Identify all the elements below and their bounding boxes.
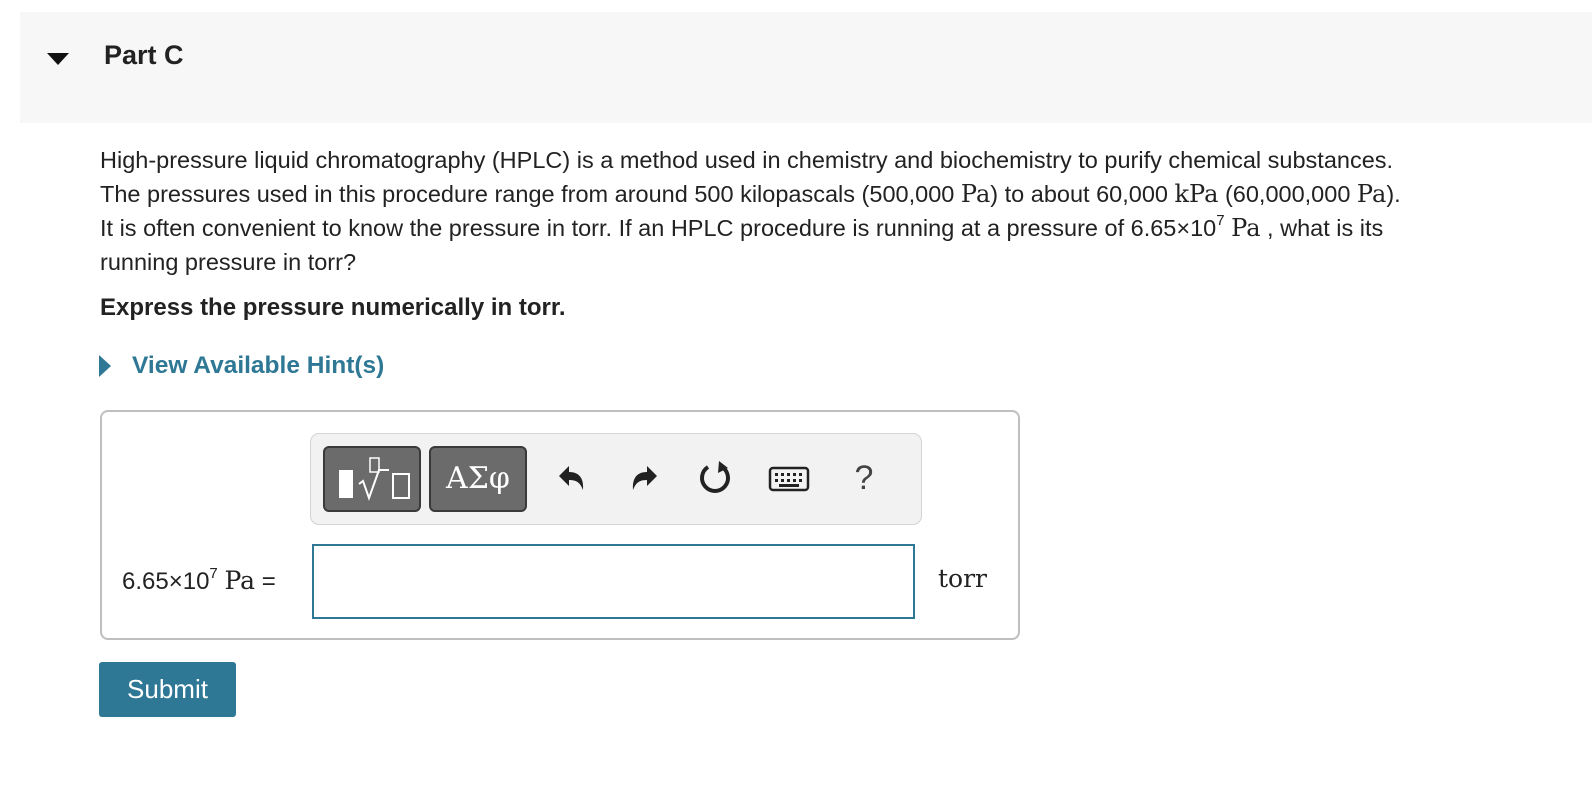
part-header[interactable]: Part C bbox=[20, 12, 1592, 123]
caret-right-icon[interactable] bbox=[96, 353, 114, 379]
unit-kpa: kPa bbox=[1174, 180, 1219, 208]
question-line-2: The pressures used in this procedure ran… bbox=[100, 180, 1401, 208]
unit-pa: Pa bbox=[960, 180, 991, 208]
redo-icon[interactable] bbox=[625, 458, 665, 498]
help-button[interactable]: ? bbox=[849, 456, 879, 500]
templates-icon bbox=[339, 457, 410, 501]
view-hints-link[interactable]: View Available Hint(s) bbox=[96, 352, 384, 380]
greek-symbols-button[interactable]: ΑΣφ bbox=[429, 446, 527, 512]
question-line-3: It is often convenient to know the press… bbox=[100, 212, 1384, 242]
templates-button[interactable] bbox=[323, 446, 421, 512]
answer-input[interactable] bbox=[312, 544, 915, 619]
view-hints-label[interactable]: View Available Hint(s) bbox=[132, 352, 384, 380]
unit-pa: Pa bbox=[1356, 180, 1387, 208]
undo-icon[interactable] bbox=[551, 458, 591, 498]
question-text: High-pressure liquid chromatography (HPL… bbox=[100, 143, 1580, 279]
exponent: 7 bbox=[1216, 212, 1225, 230]
keyboard-icon[interactable] bbox=[767, 458, 811, 498]
math-toolbar: ΑΣφ ? bbox=[310, 433, 922, 525]
question-line-4: running pressure in torr? bbox=[100, 249, 357, 275]
caret-down-icon[interactable] bbox=[46, 52, 70, 66]
instruction-text: Express the pressure numerically in torr… bbox=[100, 294, 566, 321]
unit-label: torr bbox=[938, 564, 987, 593]
answer-box: ΑΣφ ? 6.65×107 Pa = torr bbox=[100, 410, 1020, 640]
part-title: Part C bbox=[104, 40, 184, 70]
submit-button[interactable]: Submit bbox=[99, 662, 236, 717]
equation-lhs: 6.65×107 Pa = bbox=[122, 565, 276, 595]
reset-icon[interactable] bbox=[695, 458, 735, 498]
unit-pa: Pa bbox=[1231, 214, 1261, 242]
question-line-1: High-pressure liquid chromatography (HPL… bbox=[100, 147, 1394, 173]
